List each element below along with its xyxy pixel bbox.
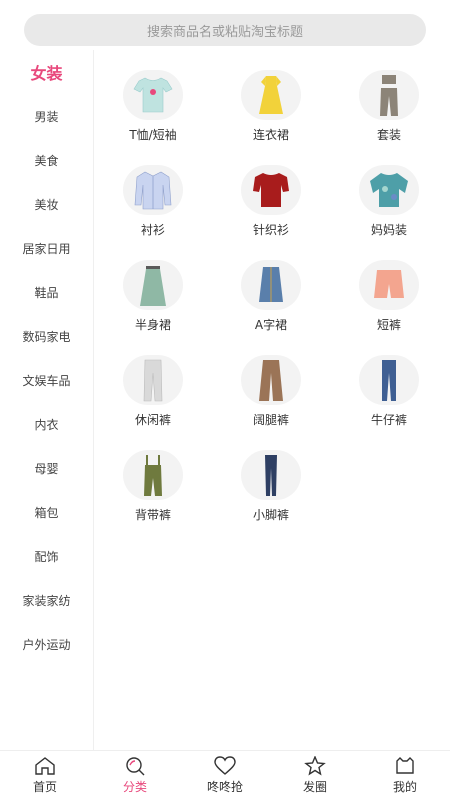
shirt-icon — [123, 165, 183, 215]
skinny-pants-icon — [241, 450, 301, 500]
subcategory-jeans[interactable]: 牛仔裤 — [330, 355, 448, 450]
tab-profile-label: 我的 — [392, 780, 417, 794]
dress-icon — [241, 70, 301, 120]
profile-icon — [396, 757, 414, 774]
tab-flash-sale-label: 咚咚抢 — [206, 780, 243, 794]
subcategory-skinny-pants[interactable]: 小脚裤 — [212, 450, 330, 545]
tab-moments[interactable]: 发圈 — [270, 751, 360, 800]
subcategory-label: 妈妈装 — [370, 223, 407, 237]
subcategory-overalls[interactable]: 背带裤 — [94, 450, 212, 545]
mom-top-icon — [359, 165, 419, 215]
category-sidebar: 女装 男装 美食 美妆 居家日用 鞋品 数码家电 文娱车品 内衣 母婴 箱包 配… — [0, 50, 94, 750]
sidebar-item-baby[interactable]: 母婴 — [0, 446, 93, 490]
subcategory-tshirt[interactable]: T恤/短袖 — [94, 70, 212, 165]
subcategory-knit[interactable]: 针织衫 — [212, 165, 330, 260]
subcategory-dress[interactable]: 连衣裙 — [212, 70, 330, 165]
subcategory-label: 套装 — [376, 128, 401, 142]
jeans-icon — [359, 355, 419, 405]
subcategory-shirt[interactable]: 衬衫 — [94, 165, 212, 260]
home-icon — [35, 757, 55, 775]
subcategory-mom[interactable]: 妈妈装 — [330, 165, 448, 260]
search-input[interactable]: 搜索商品名或粘贴淘宝标题 — [24, 14, 426, 46]
sidebar-item-entertainment[interactable]: 文娱车品 — [0, 358, 93, 402]
sidebar-item-beauty[interactable]: 美妆 — [0, 182, 93, 226]
subcategory-label: 衬衫 — [140, 223, 165, 237]
search-bar[interactable]: 搜索商品名或粘贴淘宝标题 — [24, 14, 426, 46]
subcategory-a-line-skirt[interactable]: A字裙 — [212, 260, 330, 355]
set-icon — [359, 70, 419, 120]
skirt-icon — [123, 260, 183, 310]
sidebar-item-home[interactable]: 居家日用 — [0, 226, 93, 270]
sidebar-item-electronics[interactable]: 数码家电 — [0, 314, 93, 358]
subcategory-label: 阔腿裤 — [252, 413, 289, 427]
tab-category-label: 分类 — [122, 780, 147, 794]
a-line-skirt-icon — [241, 260, 301, 310]
sidebar-item-bags[interactable]: 箱包 — [0, 490, 93, 534]
subcategory-label: A字裙 — [254, 318, 288, 332]
heart-icon — [214, 756, 236, 775]
tab-home[interactable]: 首页 — [0, 751, 90, 800]
sidebar-item-underwear[interactable]: 内衣 — [0, 402, 93, 446]
subcategory-set[interactable]: 套装 — [330, 70, 448, 165]
subcategory-wide-leg[interactable]: 阔腿裤 — [212, 355, 330, 450]
star-icon — [304, 756, 326, 776]
casual-pants-icon — [123, 355, 183, 405]
sidebar-item-food[interactable]: 美食 — [0, 138, 93, 182]
subcategory-label: 休闲裤 — [134, 413, 171, 427]
shorts-icon — [359, 260, 419, 310]
overalls-icon — [123, 450, 183, 500]
wide-leg-pants-icon — [241, 355, 301, 405]
tshirt-icon — [123, 70, 183, 120]
subcategory-shorts[interactable]: 短裤 — [330, 260, 448, 355]
subcategory-label: 针织衫 — [252, 223, 289, 237]
subcategory-label: 短裤 — [376, 318, 401, 332]
subcategory-label: 背带裤 — [134, 508, 171, 522]
tab-moments-label: 发圈 — [302, 780, 327, 794]
sidebar-item-accessories[interactable]: 配饰 — [0, 534, 93, 578]
category-search-icon — [126, 757, 145, 776]
subcategory-label: T恤/短袖 — [129, 128, 177, 142]
sidebar-item-outdoor[interactable]: 户外运动 — [0, 622, 93, 666]
knit-sweater-icon — [241, 165, 301, 215]
subcategory-skirt[interactable]: 半身裙 — [94, 260, 212, 355]
sidebar-item-men[interactable]: 男装 — [0, 94, 93, 138]
tab-home-label: 首页 — [32, 780, 57, 794]
subcategory-label: 牛仔裤 — [370, 413, 407, 427]
sidebar-item-women[interactable]: 女装 — [0, 50, 93, 94]
sidebar-item-decor[interactable]: 家装家纺 — [0, 578, 93, 622]
tab-profile[interactable]: 我的 — [360, 751, 450, 800]
subcategory-casual-pants[interactable]: 休闲裤 — [94, 355, 212, 450]
subcategory-label: 连衣裙 — [252, 128, 289, 142]
subcategory-label: 小脚裤 — [252, 508, 289, 522]
search-placeholder: 搜索商品名或粘贴淘宝标题 — [146, 24, 303, 40]
subcategory-label: 半身裙 — [134, 318, 171, 332]
tab-flash-sale[interactable]: 咚咚抢 — [180, 751, 270, 800]
sidebar-item-shoes[interactable]: 鞋品 — [0, 270, 93, 314]
bottom-tab-bar: 首页 分类 咚咚抢 发圈 我的 — [0, 750, 450, 800]
tab-category[interactable]: 分类 — [90, 751, 180, 800]
